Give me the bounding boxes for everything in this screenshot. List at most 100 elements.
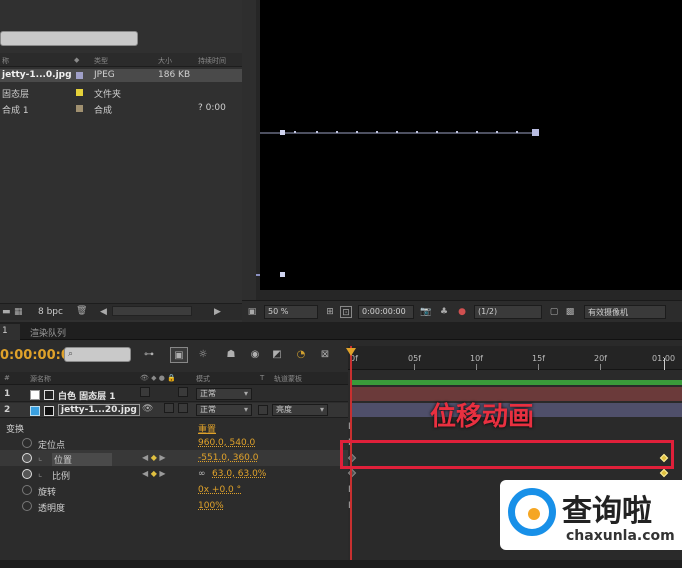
stopwatch-icon[interactable]: [22, 485, 32, 495]
column-type[interactable]: 类型: [94, 56, 108, 66]
zoom-dropdown[interactable]: 50 %: [264, 305, 318, 319]
property-value[interactable]: 960.0, 540.0: [198, 438, 255, 448]
graph-editor-icon[interactable]: ◔: [292, 347, 310, 363]
stopwatch-active-icon[interactable]: [22, 469, 32, 479]
layer-row[interactable]: 1 白色 固态层 1 正常: [0, 387, 348, 402]
layer-row[interactable]: 2 jetty-1...20.jpg 👁 正常 亮度: [0, 403, 348, 418]
switch-box[interactable]: [178, 387, 188, 397]
viewer-timecode[interactable]: 0:00:00:00: [358, 305, 414, 319]
region-icon[interactable]: ⊞: [324, 306, 336, 318]
frame-blending-icon[interactable]: ☗: [222, 347, 240, 363]
reset-link[interactable]: 重置: [198, 422, 216, 435]
annotation-label: 位移动画: [430, 402, 535, 432]
motion-path: [250, 129, 539, 277]
column-mode[interactable]: 模式: [196, 374, 210, 384]
camera-dropdown[interactable]: 有效摄像机: [584, 305, 666, 319]
label-color-swatch[interactable]: [76, 89, 83, 96]
shy-layers-icon[interactable]: ☼: [194, 347, 212, 363]
blend-mode-dropdown[interactable]: 正常: [196, 388, 252, 400]
draft-3d-icon[interactable]: ▣: [170, 347, 188, 363]
project-scrollbar[interactable]: [112, 306, 192, 316]
column-track-matte[interactable]: 轨道蒙板: [274, 374, 302, 384]
layer-handle[interactable]: [280, 272, 285, 277]
resolution-dropdown[interactable]: (1/2): [474, 305, 542, 319]
time-ruler[interactable]: 0f 05f 10f 15f 20f 01:00: [348, 346, 682, 370]
property-row[interactable]: ⌞ 位置 ◀ ◆ ▶ -551.0, 360.0: [0, 450, 348, 466]
layer-label-color[interactable]: [30, 390, 40, 400]
transform-group[interactable]: 变换 重置: [0, 419, 348, 435]
blend-mode-dropdown[interactable]: 正常: [196, 404, 252, 416]
brainstorm-icon[interactable]: ◩: [268, 347, 286, 363]
auto-keyframe-icon[interactable]: ⊠: [316, 347, 334, 363]
trash-icon[interactable]: 🗑: [76, 306, 87, 316]
tag-icon: ◆: [74, 56, 80, 64]
property-value[interactable]: 63.0, 63.0%: [212, 469, 266, 479]
link-icon[interactable]: ∞: [198, 469, 206, 479]
path-keyframe-start[interactable]: [280, 130, 285, 135]
property-row[interactable]: 旋转 0x +0.0 °: [0, 482, 348, 498]
column-duration[interactable]: 持续时间: [198, 56, 226, 66]
region-of-interest-icon[interactable]: ▢: [548, 306, 560, 318]
stopwatch-icon[interactable]: [22, 501, 32, 511]
stopwatch-active-icon[interactable]: [22, 453, 32, 463]
motion-blur-icon[interactable]: ◉: [246, 347, 264, 363]
property-row[interactable]: ⌞ 比例 ◀ ◆ ▶ ∞ 63.0, 63.0%: [0, 466, 348, 482]
property-value[interactable]: 100%: [198, 501, 224, 511]
layer-number: 1: [4, 389, 11, 399]
keyframe-navigator[interactable]: ◀ ◆ ▶: [142, 453, 166, 462]
property-value[interactable]: -551.0, 360.0: [198, 453, 259, 463]
graph-toggle-icon[interactable]: ⌞: [38, 453, 42, 463]
project-item[interactable]: 合成 1 合成 ? 0:00: [0, 102, 242, 116]
column-t[interactable]: T: [260, 374, 264, 382]
label-color-swatch[interactable]: [76, 72, 83, 79]
checkerboard-icon[interactable]: ▩: [564, 306, 576, 318]
project-item-type: 文件夹: [94, 90, 122, 100]
project-item[interactable]: jetty-1...0.jpg JPEG 186 KB: [0, 69, 242, 82]
work-area-bar[interactable]: [352, 380, 682, 385]
column-layer-name[interactable]: 源名称: [30, 374, 51, 384]
switch-box[interactable]: [164, 403, 174, 413]
switch-box[interactable]: [140, 387, 150, 397]
property-row[interactable]: 定位点 960.0, 540.0: [0, 435, 348, 451]
property-row[interactable]: 透明度 100%: [0, 498, 348, 514]
blend-mode-value: 正常: [200, 389, 216, 398]
camera-icon[interactable]: 📷: [420, 306, 432, 318]
layer-name: 白色 固态层 1: [58, 392, 116, 402]
switch-box[interactable]: [178, 403, 188, 413]
column-number[interactable]: #: [4, 374, 10, 382]
column-size[interactable]: 大小: [158, 56, 172, 66]
scroll-left-icon[interactable]: ◀: [100, 307, 107, 317]
label-color-swatch[interactable]: [76, 105, 83, 112]
playhead-handle[interactable]: [346, 348, 356, 356]
bpc-label[interactable]: 8 bpc: [38, 307, 63, 317]
graph-toggle-icon[interactable]: ⌞: [38, 469, 42, 479]
color-channels-icon[interactable]: ●: [456, 306, 468, 318]
column-name[interactable]: 称: [2, 56, 9, 66]
stopwatch-icon[interactable]: [22, 438, 32, 448]
layer-name[interactable]: jetty-1...20.jpg: [58, 404, 140, 416]
preserve-transparency-box[interactable]: [258, 405, 268, 415]
path-keyframe-end[interactable]: [532, 129, 539, 136]
project-item[interactable]: 固态层 文件夹: [0, 86, 242, 100]
tab-composition[interactable]: 1: [0, 324, 20, 340]
always-preview-icon[interactable]: ▣: [246, 306, 258, 318]
scroll-right-icon[interactable]: ▶: [214, 307, 221, 317]
project-search-input[interactable]: [0, 31, 138, 46]
ruler-tick-label: 05f: [408, 354, 421, 363]
tab-label: 1: [2, 326, 8, 336]
eye-icon[interactable]: 👁: [142, 404, 153, 414]
layer-label-color[interactable]: [30, 406, 40, 416]
channel-icon[interactable]: ♣: [438, 306, 450, 318]
composition-canvas[interactable]: [250, 0, 682, 290]
keyframe-navigator[interactable]: ◀ ◆ ▶: [142, 469, 166, 478]
composition-icon[interactable]: ▦: [14, 307, 23, 317]
property-value[interactable]: 0x +0.0 °: [198, 485, 241, 495]
transparency-grid-icon[interactable]: ⊡: [340, 306, 352, 318]
mini-flowchart-icon[interactable]: ⊶: [140, 347, 158, 363]
track-matte-dropdown[interactable]: 亮度: [272, 404, 328, 416]
folder-icon[interactable]: ▬: [2, 307, 11, 317]
viewer-toolbar: ▣ 50 % ⊞ ⊡ 0:00:00:00 📷 ♣ ● (1/2) ▢ ▩ 有效…: [242, 300, 682, 322]
tab-render-queue[interactable]: 渲染队列: [22, 324, 74, 340]
timeline-search-input[interactable]: ⌕: [64, 347, 131, 362]
ruler-tick-label: 15f: [532, 354, 545, 363]
